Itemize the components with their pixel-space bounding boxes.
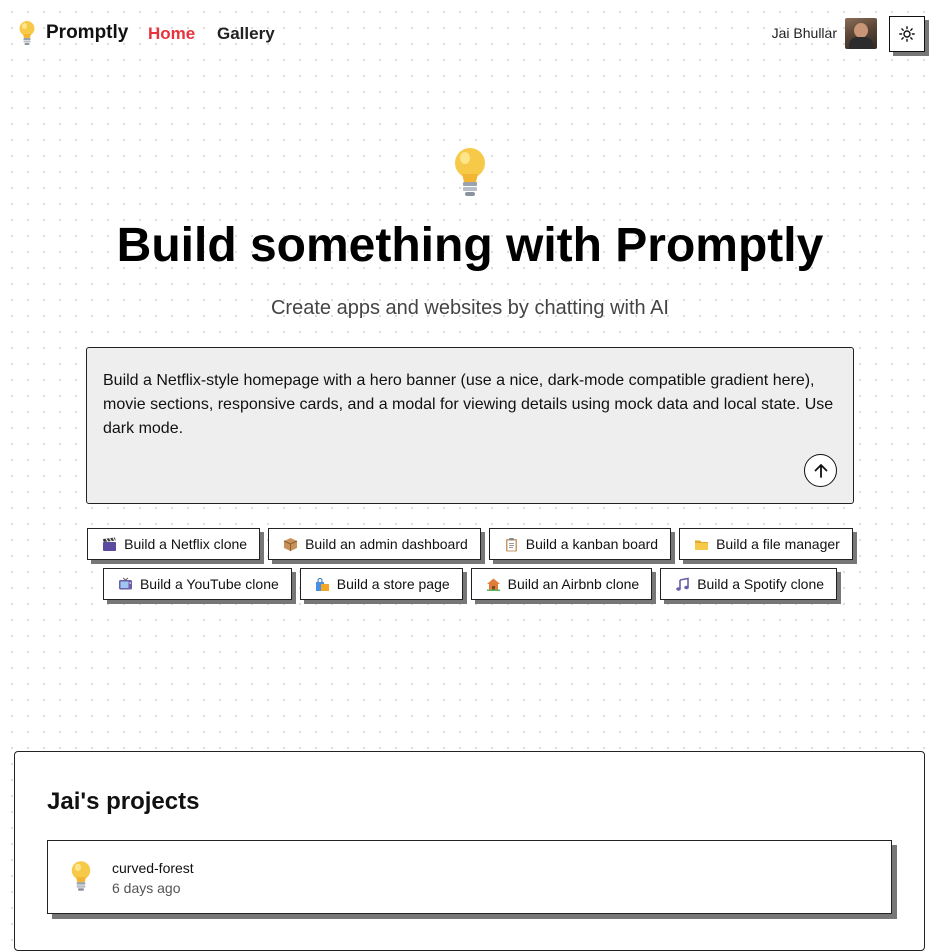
suggestion-label: Build a YouTube clone bbox=[139, 576, 279, 592]
hero-title: Build something with Promptly bbox=[116, 219, 824, 272]
projects-title: Jai's projects bbox=[47, 788, 200, 815]
sun-icon bbox=[899, 26, 915, 42]
house-icon bbox=[486, 578, 500, 591]
clipboard-icon bbox=[505, 537, 517, 551]
package-icon bbox=[283, 537, 298, 551]
brand-name: Promptly bbox=[46, 22, 129, 43]
project-timestamp: 6 days ago bbox=[112, 880, 181, 896]
project-name: curved-forest bbox=[112, 860, 194, 876]
avatar[interactable] bbox=[845, 18, 877, 49]
suggestion-chip-kanban-board[interactable]: Build a kanban board bbox=[488, 528, 672, 560]
suggestion-label: Build an Airbnb clone bbox=[507, 576, 640, 592]
suggestion-row: Build a Netflix clone Build an admin das… bbox=[0, 528, 935, 560]
user-name: Jai Bhullar bbox=[771, 25, 837, 41]
lightbulb-icon bbox=[71, 861, 91, 891]
lightbulb-icon bbox=[455, 148, 485, 196]
shopping-bags-icon bbox=[315, 577, 329, 591]
nav-home-link[interactable]: Home bbox=[148, 24, 195, 44]
suggestion-chip-spotify[interactable]: Build a Spotify clone bbox=[660, 568, 838, 600]
suggestion-label: Build a store page bbox=[336, 576, 450, 592]
nav-gallery-link[interactable]: Gallery bbox=[217, 24, 275, 44]
suggestion-chip-youtube[interactable]: Build a YouTube clone bbox=[102, 568, 292, 600]
theme-toggle-button[interactable] bbox=[889, 16, 925, 52]
suggestion-row: Build a YouTube clone Build a store page… bbox=[0, 568, 935, 600]
project-card[interactable]: curved-forest 6 days ago bbox=[47, 840, 892, 914]
folder-icon bbox=[695, 540, 709, 550]
arrow-up-icon bbox=[814, 463, 827, 478]
prompt-text[interactable]: Build a Netflix-style homepage with a he… bbox=[103, 372, 833, 437]
projects-panel: Jai's projects curved-forest 6 days ago bbox=[14, 751, 925, 951]
suggestion-label: Build a Spotify clone bbox=[697, 576, 825, 592]
top-nav: Promptly Home Gallery Jai Bhullar bbox=[0, 0, 935, 66]
suggestion-chip-admin-dashboard[interactable]: Build an admin dashboard bbox=[268, 528, 481, 560]
prompt-input[interactable]: Build a Netflix-style homepage with a he… bbox=[86, 347, 854, 504]
brand[interactable]: Promptly bbox=[16, 20, 128, 46]
suggestion-label: Build a Netflix clone bbox=[124, 536, 248, 552]
suggestion-chip-store-page[interactable]: Build a store page bbox=[299, 568, 463, 600]
tv-icon bbox=[118, 577, 132, 589]
suggestion-chip-netflix[interactable]: Build a Netflix clone bbox=[87, 528, 261, 560]
suggestion-label: Build an admin dashboard bbox=[305, 536, 468, 552]
clapper-icon bbox=[103, 537, 117, 551]
music-note-icon bbox=[676, 577, 689, 591]
suggestion-label: Build a kanban board bbox=[525, 536, 659, 552]
suggestion-chip-file-manager[interactable]: Build a file manager bbox=[679, 528, 853, 560]
lightbulb-icon bbox=[19, 21, 35, 45]
send-button[interactable] bbox=[804, 454, 837, 487]
suggestion-label: Build a file manager bbox=[716, 536, 840, 552]
hero-subtitle: Create apps and websites by chatting wit… bbox=[270, 297, 669, 319]
suggestion-chip-airbnb[interactable]: Build an Airbnb clone bbox=[470, 568, 653, 600]
